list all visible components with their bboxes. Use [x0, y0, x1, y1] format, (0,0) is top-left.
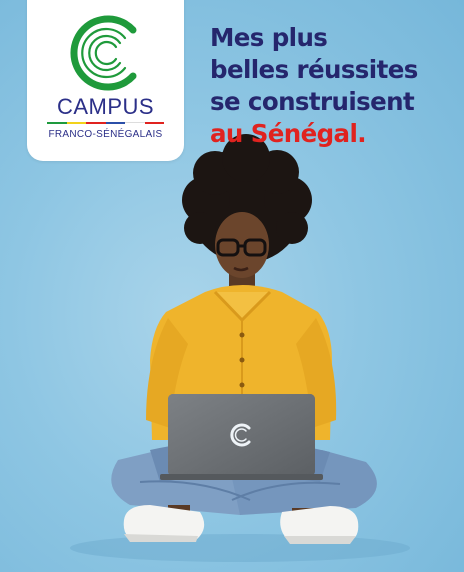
laptop: [160, 394, 323, 480]
campus-c-logo-icon: [70, 15, 137, 91]
headline-line-4: au Sénégal.: [210, 119, 367, 148]
headline: Mes plus belles réussites se construisen…: [210, 22, 460, 150]
campus-poster: CAMPUS FRANCO-SÉNÉGALAIS Mes plus belles…: [0, 0, 464, 572]
headline-line-3: se construisent: [210, 87, 415, 116]
brand-name: CAMPUS: [56, 94, 155, 119]
campus-logo-card: CAMPUS FRANCO-SÉNÉGALAIS: [27, 0, 184, 161]
flag-divider: [47, 122, 164, 125]
headline-line-2: belles réussites: [210, 55, 418, 84]
headline-line-1: Mes plus: [210, 23, 328, 52]
brand-subtitle: FRANCO-SÉNÉGALAIS: [48, 129, 163, 140]
